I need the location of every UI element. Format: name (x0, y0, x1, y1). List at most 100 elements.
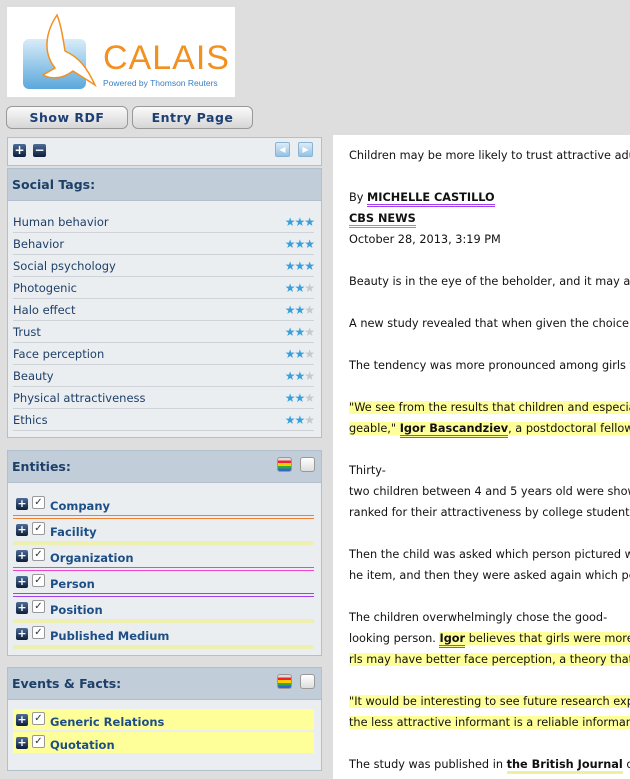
article-line: Thirty- (349, 461, 386, 482)
person-entity[interactable]: MICHELLE CASTILLO (367, 191, 495, 207)
article-line: Then the child was asked which person pi… (349, 545, 630, 566)
entity-category-item[interactable]: + ✓ Published Medium (13, 623, 314, 649)
article-line: The study was published in the British J… (349, 755, 630, 776)
text: two children between 4 and 5 years old w… (349, 485, 630, 498)
events-panel: Events & Facts: + ✓ Generic Relations + ✓ Quo… (7, 667, 322, 771)
entity-category-item[interactable]: + ✓ Company (13, 493, 314, 519)
star-icon: ★ (294, 369, 305, 383)
expand-icon[interactable]: + (16, 737, 28, 749)
social-tag-label: Trust (13, 325, 41, 339)
star-icon: ★ (304, 215, 315, 229)
quotation-highlight: geable," (349, 422, 400, 435)
entity-category-label: Quotation (50, 738, 115, 752)
collapse-all-icon[interactable]: − (33, 144, 46, 157)
star-icon: ★ (304, 259, 315, 273)
article-line: Beauty is in the eye of the beholder, an… (349, 272, 630, 293)
social-tag-item[interactable]: Halo effect ★★★ (13, 299, 315, 321)
checkbox[interactable]: ✓ (32, 600, 45, 613)
color-toggle-icon[interactable] (277, 457, 292, 472)
entity-category-item[interactable]: + ✓ Position (13, 597, 314, 623)
text: The study was published in (349, 758, 507, 771)
star-icon: ★ (294, 215, 305, 229)
star-icon: ★ (284, 237, 296, 251)
entity-category-item[interactable]: + ✓ Organization (13, 545, 314, 571)
expand-icon[interactable]: + (16, 602, 28, 614)
expand-icon[interactable]: + (16, 550, 28, 562)
category-color-underline (13, 645, 314, 649)
star-icon: ★ (284, 325, 296, 339)
social-tag-item[interactable]: Photogenic ★★★ (13, 277, 315, 299)
social-tag-item[interactable]: Social psychology ★★★ (13, 255, 315, 277)
star-icon: ★ (284, 347, 296, 361)
article-line: A new study revealed that when given the… (349, 314, 630, 335)
entity-category-item[interactable]: + ✓ Generic Relations (13, 709, 314, 730)
star-icon: ★ (284, 215, 296, 229)
social-tag-item[interactable]: Physical attractiveness ★★★ (13, 387, 315, 409)
checkbox[interactable]: ✓ (32, 712, 45, 725)
checkbox[interactable]: ✓ (32, 574, 45, 587)
social-tag-item[interactable]: Ethics ★★★ (13, 409, 315, 431)
person-entity[interactable]: Igor (439, 632, 466, 648)
rating-stars: ★★★ (284, 343, 315, 365)
expand-icon[interactable]: + (16, 576, 28, 588)
text: Thirty- (349, 464, 386, 477)
rating-stars: ★★★ (284, 233, 315, 255)
checkbox[interactable]: ✓ (32, 626, 45, 639)
checkbox[interactable]: ✓ (32, 735, 45, 748)
expand-icon[interactable]: + (16, 524, 28, 536)
entry-page-button[interactable]: Entry Page (132, 106, 253, 129)
entity-category-item[interactable]: + ✓ Quotation (13, 732, 314, 753)
text: Beauty is in the eye of the beholder, an… (349, 275, 630, 288)
rating-stars: ★★★ (285, 299, 315, 321)
entity-category-label: Organization (50, 551, 134, 565)
show-rdf-button[interactable]: Show RDF (6, 106, 128, 129)
entity-category-item[interactable]: + ✓ Person (13, 571, 314, 597)
article-line: he item, and then they were asked again … (349, 566, 630, 587)
star-icon: ★ (284, 259, 296, 273)
entity-category-label: Published Medium (50, 629, 170, 643)
checkbox[interactable]: ✓ (32, 548, 45, 561)
arrow-left-icon[interactable]: ◀ (275, 142, 290, 157)
text: The tendency was more pronounced among g… (349, 359, 630, 372)
social-tag-item[interactable]: Trust ★★★ (13, 321, 315, 343)
star-icon: ★ (294, 237, 305, 251)
star-icon: ★ (304, 347, 315, 361)
quotation-highlight: "It would be interesting to see future r… (349, 695, 630, 708)
article-content: Children may be more likely to trust att… (333, 135, 630, 779)
star-icon: ★ (304, 281, 315, 295)
arrow-right-icon[interactable]: ▶ (298, 142, 313, 157)
star-icon: ★ (284, 413, 296, 427)
expand-all-icon[interactable]: + (13, 144, 26, 157)
star-icon: ★ (304, 325, 315, 339)
social-tag-item[interactable]: Beauty ★★★ (13, 365, 315, 387)
article-line: "It would be interesting to see future r… (349, 692, 630, 713)
rating-stars: ★★★ (284, 255, 315, 277)
entity-category-label: Position (50, 603, 103, 617)
article-line: two children between 4 and 5 years old w… (349, 482, 630, 503)
checkbox[interactable]: ✓ (32, 496, 45, 509)
logo-name: CALAIS (103, 39, 230, 77)
text: A new study revealed that when given the… (349, 317, 630, 330)
expand-icon[interactable]: + (16, 714, 28, 726)
social-tags-title: Social Tags: (8, 169, 321, 201)
calais-logo: CALAIS Powered by Thomson Reuters (7, 7, 235, 97)
expand-icon[interactable]: + (16, 498, 28, 510)
checkbox[interactable]: ✓ (32, 522, 45, 535)
expand-icon[interactable]: + (16, 628, 28, 640)
social-tag-label: Ethics (13, 413, 48, 427)
toolbar: + − ◀ ▶ (7, 137, 322, 166)
star-icon: ★ (294, 413, 305, 427)
social-tag-item[interactable]: Behavior ★★★ (13, 233, 315, 255)
color-toggle-icon[interactable] (277, 674, 292, 689)
social-tag-label: Physical attractiveness (13, 391, 146, 405)
company-entity[interactable]: CBS NEWS (349, 212, 416, 228)
clear-toggle-icon[interactable] (300, 457, 315, 472)
social-tag-item[interactable]: Face perception ★★★ (13, 343, 315, 365)
article-line: CBS NEWS (349, 209, 416, 230)
clear-toggle-icon[interactable] (300, 674, 315, 689)
entity-category-item[interactable]: + ✓ Facility (13, 519, 314, 545)
person-entity[interactable]: Igor Bascandziev (399, 422, 509, 438)
social-tag-item[interactable]: Human behavior ★★★ (13, 211, 315, 233)
published-medium-entity[interactable]: the British Journal (506, 758, 623, 774)
quotation-highlight: the less attractive informant is a relia… (349, 716, 630, 729)
